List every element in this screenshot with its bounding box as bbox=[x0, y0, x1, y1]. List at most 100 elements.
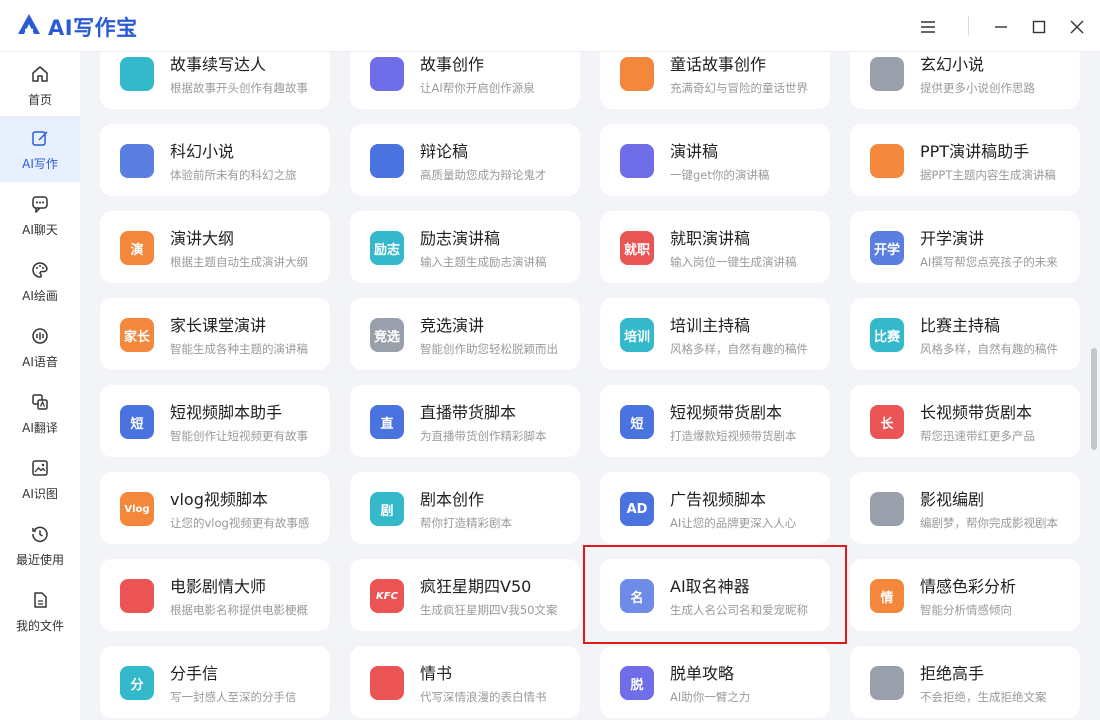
tool-card[interactable]: 励志 励志演讲稿 输入主题生成励志演讲稿 bbox=[350, 211, 580, 283]
tool-title: 演讲稿 bbox=[670, 142, 719, 161]
tool-card[interactable]: 直直播带货脚本 为直播带货创作精彩脚本 bbox=[350, 385, 580, 457]
minimize-button[interactable] bbox=[987, 13, 1015, 41]
tool-card[interactable]: 短短视频带货剧本 打造爆款短视频带货剧本 bbox=[600, 385, 830, 457]
live-sales-script-icon: 直 bbox=[370, 405, 404, 439]
tool-desc: 帮您迅速带红更多产品 bbox=[920, 429, 1035, 443]
tool-title: 辩论稿 bbox=[420, 142, 469, 161]
tool-desc: 根据主题自动生成演讲大纲 bbox=[170, 255, 308, 269]
tool-card[interactable]: 影视编剧 编剧梦，帮你完成影视剧本 bbox=[850, 472, 1080, 544]
tool-desc: 风格多样，自然有趣的稿件 bbox=[920, 342, 1058, 356]
sidebar-item-ai-painting[interactable]: AI绘画 bbox=[0, 248, 80, 314]
tool-card[interactable]: 故事续写达人 根据故事开头创作有趣故事 bbox=[100, 52, 330, 109]
tool-card[interactable]: 比赛 比赛主持稿 风格多样，自然有趣的稿件 bbox=[850, 298, 1080, 370]
tool-card[interactable]: 短短视频脚本助手 智能创作让短视频更有故事 bbox=[100, 385, 330, 457]
tool-title: 竞选演讲 bbox=[420, 316, 485, 335]
sidebar-item-ai-image-recognition[interactable]: AI识图 bbox=[0, 446, 80, 512]
menu-button[interactable] bbox=[914, 13, 942, 41]
tool-title: 情感色彩分析 bbox=[920, 577, 1017, 596]
sidebar-item-label: AI写作 bbox=[22, 156, 58, 171]
fairy-tale-icon bbox=[620, 57, 654, 91]
sidebar-item-ai-translate[interactable]: AI翻译 bbox=[0, 380, 80, 446]
breakup-letter-icon: 分 bbox=[120, 666, 154, 700]
tool-card[interactable]: 培训 培训主持稿 风格多样，自然有趣的稿件 bbox=[600, 298, 830, 370]
tool-title: 短视频脚本助手 bbox=[170, 403, 283, 422]
speech-outline-icon: 演 bbox=[120, 231, 154, 265]
tool-card[interactable]: 玄幻小说 提供更多小说创作思路 bbox=[850, 52, 1080, 109]
close-button[interactable] bbox=[1063, 13, 1091, 41]
tool-desc: AI撰写帮您点亮孩子的未来 bbox=[920, 255, 1058, 269]
parent-speech-icon: 家长 bbox=[120, 318, 154, 352]
tool-card[interactable]: 电影剧情大师 根据电影名称提供电影梗概 bbox=[100, 559, 330, 631]
tool-card[interactable]: 剧剧本创作帮你打造精彩剧本 bbox=[350, 472, 580, 544]
tool-card[interactable]: Vlog vlog视频脚本 让您的vlog视频更有故事感 bbox=[100, 472, 330, 544]
inaugural-speech-icon: 就职 bbox=[620, 231, 654, 265]
scrollbar-thumb[interactable] bbox=[1091, 348, 1097, 450]
tool-card[interactable]: PPT演讲稿助手 据PPT主题内容生成演讲稿 bbox=[850, 124, 1080, 196]
sidebar-item-label: 最近使用 bbox=[15, 552, 64, 567]
tool-desc: 让AI帮你开启创作源泉 bbox=[420, 81, 535, 95]
tool-card[interactable]: 辩论稿高质量助您成为辩论鬼才 bbox=[350, 124, 580, 196]
sidebar-item-ai-writing[interactable]: AI写作 bbox=[0, 116, 80, 182]
tool-card[interactable]: 童话故事创作充满奇幻与冒险的童话世界 bbox=[600, 52, 830, 109]
scrollbar[interactable] bbox=[1088, 52, 1100, 720]
tool-card[interactable]: 故事创作 让AI帮你开启创作源泉 bbox=[350, 52, 580, 109]
maximize-button[interactable] bbox=[1025, 13, 1053, 41]
tool-desc: 高质量助您成为辩论鬼才 bbox=[420, 168, 547, 182]
tool-card[interactable]: AD 广告视频脚本 AI让您的品牌更深入人心 bbox=[600, 472, 830, 544]
tool-card[interactable]: 脱脱单攻略 AI助你一臂之力 bbox=[600, 646, 830, 718]
speech-icon bbox=[620, 144, 654, 178]
tool-card[interactable]: 情书 代写深情浪漫的表白情书 bbox=[350, 646, 580, 718]
movie-plot-icon bbox=[120, 579, 154, 613]
sidebar-item-recent[interactable]: 最近使用 bbox=[0, 512, 80, 578]
tool-card[interactable]: 开学 开学演讲 AI撰写帮您点亮孩子的未来 bbox=[850, 211, 1080, 283]
tool-desc: 智能创作让短视频更有故事 bbox=[170, 429, 308, 443]
sidebar-item-ai-voice[interactable]: AI语音 bbox=[0, 314, 80, 380]
tool-title: 童话故事创作 bbox=[670, 55, 767, 74]
contest-host-icon: 比赛 bbox=[870, 318, 904, 352]
sidebar-item-label: 首页 bbox=[27, 92, 52, 107]
tool-card[interactable]: 拒绝高手 不会拒绝，生成拒绝文案 bbox=[850, 646, 1080, 718]
minimize-icon bbox=[995, 26, 1007, 28]
tool-desc: 代写深情浪漫的表白情书 bbox=[420, 690, 547, 704]
tool-desc: 智能生成各种主题的演讲稿 bbox=[170, 342, 308, 356]
tool-card[interactable]: 科幻小说 体验前所未有的科幻之旅 bbox=[100, 124, 330, 196]
sidebar-item-home[interactable]: 首页 bbox=[0, 52, 80, 118]
tool-title: 故事续写达人 bbox=[170, 55, 267, 74]
campaign-speech-icon: 竞选 bbox=[370, 318, 404, 352]
tool-card[interactable]: 就职 就职演讲稿 输入岗位一键生成演讲稿 bbox=[600, 211, 830, 283]
title-bar: AI写作宝 bbox=[0, 0, 1100, 52]
tool-card[interactable]: 名 AI取名神器 生成人名公司名和爱宠昵称 bbox=[600, 559, 830, 631]
tool-desc: 充满奇幻与冒险的童话世界 bbox=[670, 81, 808, 95]
tool-desc: 生成人名公司名和爱宠昵称 bbox=[670, 603, 808, 617]
tool-grid: 故事续写达人 根据故事开头创作有趣故事 故事创作 让AI帮你开启创作源泉 童话故事创… bbox=[80, 52, 1088, 720]
home-icon bbox=[29, 63, 51, 85]
tool-card[interactable]: 演演讲大纲 根据主题自动生成演讲大纲 bbox=[100, 211, 330, 283]
sidebar-item-my-files[interactable]: 我的文件 bbox=[0, 578, 80, 644]
sidebar-item-ai-chat[interactable]: AI聊天 bbox=[0, 182, 80, 248]
file-icon bbox=[29, 589, 51, 611]
tool-title: 剧本创作 bbox=[420, 490, 485, 509]
tool-card[interactable]: 长长视频带货剧本 帮您迅速带红更多产品 bbox=[850, 385, 1080, 457]
tool-card[interactable]: 分分手信 写一封感人至深的分手信 bbox=[100, 646, 330, 718]
tool-card[interactable]: 家长 家长课堂演讲 智能生成各种主题的演讲稿 bbox=[100, 298, 330, 370]
tool-card[interactable]: 情情感色彩分析 智能分析情感倾向 bbox=[850, 559, 1080, 631]
tool-desc: AI让您的品牌更深入人心 bbox=[670, 516, 797, 530]
menu-icon bbox=[921, 21, 935, 33]
tool-card[interactable]: 竞选 竞选演讲 智能创作助您轻松脱颖而出 bbox=[350, 298, 580, 370]
tool-title: AI取名神器 bbox=[670, 577, 750, 596]
tool-card[interactable]: KFC 疯狂星期四V50 生成疯狂星期四V我50文案 bbox=[350, 559, 580, 631]
scifi-novel-icon bbox=[120, 144, 154, 178]
training-host-icon: 培训 bbox=[620, 318, 654, 352]
screenplay-icon: 剧 bbox=[370, 492, 404, 526]
tool-desc: 编剧梦，帮你完成影视剧本 bbox=[920, 516, 1058, 530]
sidebar-item-label: AI语音 bbox=[22, 354, 58, 369]
tool-desc: AI助你一臂之力 bbox=[670, 690, 751, 704]
history-icon bbox=[29, 523, 51, 545]
sidebar-item-label: AI识图 bbox=[22, 486, 58, 501]
tool-desc: 帮你打造精彩剧本 bbox=[420, 516, 512, 530]
sidebar-item-label: AI聊天 bbox=[22, 222, 58, 237]
tool-card[interactable]: 演讲稿 一键get你的演讲稿 bbox=[600, 124, 830, 196]
reject-master-icon bbox=[870, 666, 904, 700]
tool-title: 玄幻小说 bbox=[920, 55, 985, 74]
tool-desc: 生成疯狂星期四V我50文案 bbox=[420, 603, 558, 617]
